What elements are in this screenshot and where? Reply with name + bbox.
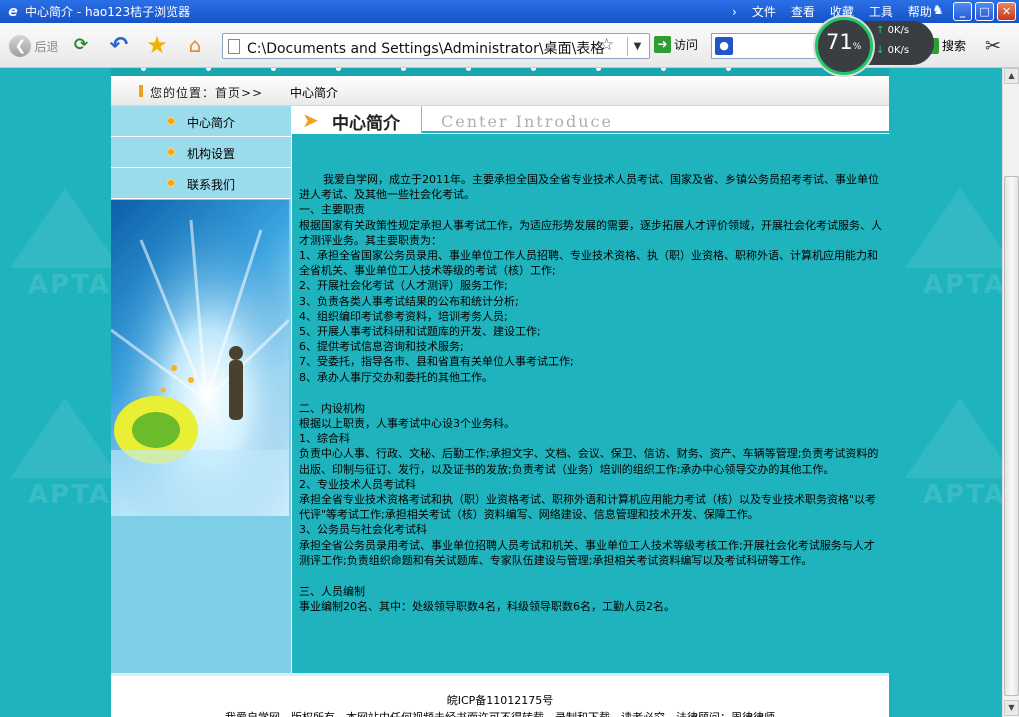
search-input[interactable]: ● [711,33,821,59]
screenshot-scissors-icon[interactable]: ✂ [985,35,1001,57]
back-button[interactable]: ❮ 后退 [5,33,63,59]
article-paragraph: 7、受委托，指导各市、县和省直有关单位人事考试工作; [299,355,574,369]
sidebar-illustration [111,200,289,516]
sidebar-item-label: 中心简介 [187,116,236,130]
refresh-icon[interactable]: ⟳ [70,34,92,56]
sidebar-item-label: 联系我们 [187,178,236,192]
site-footer: 皖ICP备11012175号 我爱自学网 版权所有 本网站中任何视频未经书面许可… [111,673,889,717]
page-icon [228,39,240,54]
article-paragraph: 6、提供考试信息咨询和技术服务; [299,340,464,354]
home-icon[interactable]: ⌂ [182,32,208,58]
skin-shirt-icon[interactable]: ♞ [929,3,947,19]
sidebar-item-label: 机构设置 [187,147,236,161]
breadcrumb-current: 中心简介 [290,86,339,100]
article-paragraph: 事业编制20名、其中：处级领导职数4名，科级领导职数6名，工勤人员2名。 [299,600,675,614]
article-paragraph: 根据以上职责，人事考试中心设3个业务科。 [299,417,515,431]
article-paragraph: 3、负责各类人事考试结果的公布和统计分析; [299,294,519,308]
article-paragraph: 4、组织编印考试参考资料，培训考务人员; [299,309,508,323]
menu-view[interactable]: 查看 [791,3,815,20]
article-paragraph: 1、承担全省国家公务员录用、事业单位工作人员招聘、专业技术资格、执（职）业资格、… [299,249,878,278]
article-paragraph: 5、开展人事考试科研和试题库的开发、建设工作; [299,325,541,339]
bullet-icon [168,149,174,155]
visit-label: 访问 [674,38,699,52]
upload-rate: ↑ 0K/s [876,25,910,36]
search-engine-icon[interactable]: ● [715,37,733,55]
article-paragraph: 二、内设机构 [299,401,365,415]
minimize-button[interactable]: _ [953,2,972,21]
article-paragraph: 承担全省公务员录用考试、事业单位招聘人员考试和机关、事业单位工人技术等级考核工作… [299,538,875,567]
sidebar-item-intro[interactable]: 中心简介 [111,106,291,137]
menu-arrow-icon[interactable]: › [732,5,737,19]
article-paragraph: 2、开展社会化考试（人才测评）服务工作; [299,279,508,293]
sidebar-item-contact[interactable]: 联系我们 [111,168,291,199]
article-paragraph: 1、综合科 [299,432,350,446]
article-paragraph: 8、承办人事厅交办和委托的其他工作。 [299,370,493,384]
back-arrow-icon: ❮ [9,35,32,57]
page-viewport: APTA APTA APTA APTA 您的位置：首页>> 中心简介 中心简介 … [0,68,1002,717]
section-title-en: Center Introduce [441,112,613,131]
article-paragraph: 根据国家有关政策性规定承担人事考试工作，为适应形势发展的需要，逐步拓展人才评价领… [299,218,882,247]
top-nav-strip [111,68,889,76]
watermark-logo: APTA [895,188,1002,308]
breadcrumb-marker-icon [139,85,143,97]
maximize-button[interactable]: □ [975,2,994,21]
copyright-text: 我爱自学网 版权所有 本网站中任何视频未经书面许可不得转载、录制和下载。读者必究… [111,709,889,717]
article-paragraph: 一、主要职责 [299,203,365,217]
scroll-thumb[interactable] [1004,176,1019,696]
article-paragraph: 负责中心人事、行政、文秘、后勤工作;承担文字、文档、会议、保卫、信访、财务、资产… [299,447,879,476]
breadcrumb: 您的位置：首页>> 中心简介 [111,76,889,106]
article-body: 我爱自学网，成立于2011年。主要承担全国及全省专业技术人员考试、国家及省、乡镇… [292,134,889,673]
gauge-value: 71 [826,30,853,54]
article-paragraph: 2、专业技术人员考试科 [299,477,416,491]
vertical-scrollbar[interactable]: ▲ ▼ [1002,68,1019,717]
address-bar[interactable]: C:\Documents and Settings\Administrator\… [222,33,650,59]
download-rate: ↓ 0K/s [876,45,910,56]
close-button[interactable]: ✕ [997,2,1016,21]
breadcrumb-label[interactable]: 您的位置：首页>> [150,84,263,101]
memory-gauge[interactable]: 71% [815,17,873,75]
article-paragraph: 3、公务员与社会化考试科 [299,523,427,537]
menu-file[interactable]: 文件 [752,3,776,20]
address-input[interactable]: C:\Documents and Settings\Administrator\… [247,38,619,58]
window-titlebar: e 中心简介 - hao123桔子浏览器 › 文件 查看 收藏 工具 帮助 ♞ … [0,0,1019,23]
site-page: 您的位置：首页>> 中心简介 中心简介 机构设置 联系我们 ➤ 中心简介 Cen… [111,68,889,717]
window-title: 中心简介 - hao123桔子浏览器 [25,5,191,19]
address-dropdown-icon[interactable]: ▼ [627,37,647,56]
browser-logo-icon: e [8,3,18,20]
search-label: 搜索 [942,39,967,53]
watermark-logo: APTA [895,398,1002,518]
bullet-icon [168,180,174,186]
favorites-star-icon[interactable]: ★ [143,31,171,59]
article-paragraph: 承担全省专业技术资格考试和执（职）业资格考试、职称外语和计算机应用能力考试（核）… [299,493,877,522]
sidebar-decorative-image [111,200,289,516]
section-title-box: ➤ 中心简介 [292,106,422,134]
visit-button[interactable]: ➜ 访问 [654,36,698,53]
section-header: ➤ 中心简介 Center Introduce [292,106,889,134]
scroll-up-icon[interactable]: ▲ [1004,68,1019,84]
sidebar-item-organization[interactable]: 机构设置 [111,137,291,168]
menu-tools[interactable]: 工具 [869,3,893,20]
arrow-bullet-icon: ➤ [302,108,319,132]
back-label: 后退 [34,39,59,54]
bookmark-star-icon[interactable]: ☆ [599,35,614,55]
article-paragraph: 三、人员编制 [299,585,365,599]
bullet-icon [168,118,174,124]
go-arrow-icon: ➜ [654,36,671,53]
sidebar: 中心简介 机构设置 联系我们 [111,106,291,673]
undo-icon[interactable]: ↶ [106,32,132,58]
scroll-down-icon[interactable]: ▼ [1004,700,1019,716]
icp-number[interactable]: 皖ICP备11012175号 [111,692,889,708]
section-title: 中心简介 [332,114,400,134]
article-paragraph: 我爱自学网，成立于2011年。主要承担全国及全省专业技术人员考试、国家及省、乡镇… [299,173,879,202]
